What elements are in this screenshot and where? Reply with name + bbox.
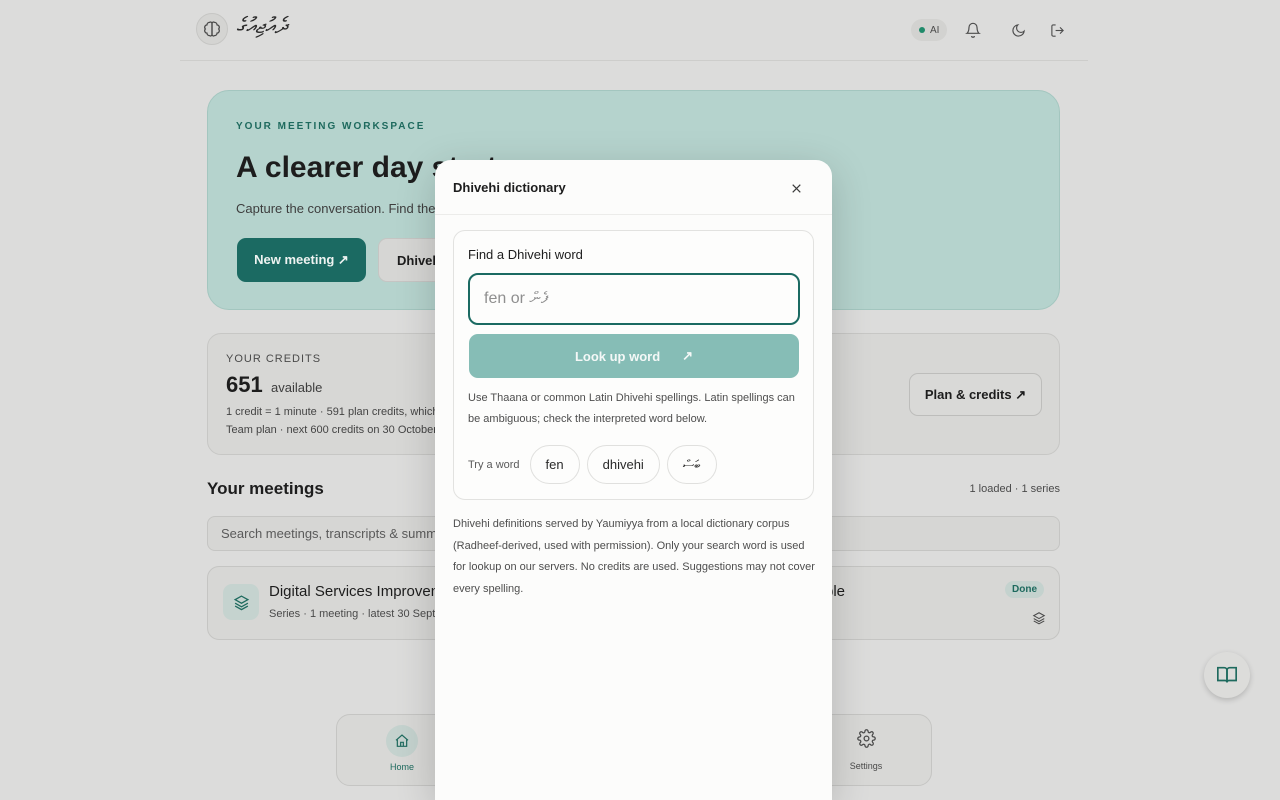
dialog-title: Dhivehi dictionary	[453, 180, 566, 195]
hero-subtitle: Capture the conversation. Find the	[236, 201, 436, 216]
suggestion-chip[interactable]: dhivehi	[586, 445, 660, 484]
suggestion-chip[interactable]: fen	[529, 445, 580, 484]
meetings-heading: Your meetings	[207, 479, 324, 498]
gear-icon	[856, 729, 876, 753]
nav-home-label: Home	[389, 762, 414, 772]
series-stack-icon	[1032, 611, 1046, 630]
app-header: ދެއުޖިއުގެ AI	[180, 0, 1088, 61]
arrow-up-right-icon: ↗	[682, 348, 694, 363]
look-up-word-label: Look up word	[574, 348, 661, 364]
look-up-word-button[interactable]: Look up word ↗	[469, 334, 799, 378]
finder-label: Find a Dhivehi word	[468, 247, 583, 262]
dictionary-attribution: Dhivehi definitions served by Yaumiyya f…	[453, 518, 815, 595]
suggestion-chip[interactable]: ބަސް	[666, 445, 717, 484]
home-icon	[386, 725, 418, 757]
plan-credits-button[interactable]: Plan & credits ↗	[909, 373, 1042, 416]
brain-logo-icon[interactable]	[196, 13, 228, 45]
meetings-count: 1 loaded · 1 series	[969, 483, 1061, 495]
credits-label: YOUR CREDITS	[226, 353, 322, 365]
dialog-header: Dhivehi dictionary	[435, 160, 832, 215]
moon-icon[interactable]	[1007, 19, 1029, 41]
logout-icon[interactable]	[1046, 19, 1068, 41]
finder-help-text: Use Thaana or common Latin Dhivehi spell…	[468, 392, 795, 425]
bell-icon[interactable]	[962, 19, 984, 41]
layers-icon	[223, 584, 259, 620]
hero-eyebrow: YOUR MEETING WORKSPACE	[236, 121, 426, 132]
status-dot-icon	[919, 27, 925, 33]
credits-available-label: available	[271, 380, 323, 395]
ai-label: AI	[930, 24, 940, 36]
credits-rate-line: 1 credit = 1 minute · 591 plan credits, …	[226, 406, 448, 418]
ai-status-badge[interactable]: AI	[911, 19, 948, 41]
dhivehi-dictionary-dialog: Dhivehi dictionary Find a Dhivehi word L…	[435, 160, 832, 800]
try-word-row: Try a word fen dhivehi ބަސް	[468, 445, 724, 484]
word-search-input[interactable]	[468, 273, 800, 325]
word-finder-panel: Find a Dhivehi word Look up word ↗ Use T…	[453, 230, 814, 500]
try-word-label: Try a word	[468, 458, 520, 471]
meeting-meta: Series · 1 meeting · latest 30 Sept	[269, 608, 436, 620]
brand-wordmark: ދެއުޖިއުގެ	[236, 14, 288, 39]
close-icon[interactable]	[788, 180, 804, 196]
dictionary-fab-book-icon[interactable]	[1204, 652, 1250, 698]
credits-amount: 651	[226, 372, 263, 397]
new-meeting-button[interactable]: New meeting ↗	[237, 238, 366, 282]
credits-plan-line: Team plan · next 600 credits on 30 Octob…	[226, 424, 437, 436]
meeting-title: Digital Services Improven	[269, 583, 440, 600]
nav-settings-label: Settings	[849, 761, 883, 771]
nav-item-home[interactable]: Home	[385, 725, 419, 772]
nav-item-settings[interactable]: Settings	[849, 729, 883, 771]
status-badge: Done	[1005, 581, 1044, 598]
